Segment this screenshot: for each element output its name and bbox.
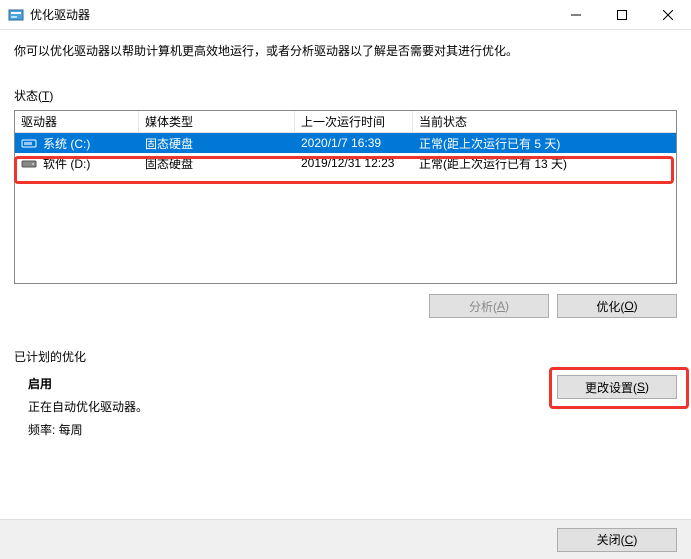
close-button[interactable]: [645, 0, 691, 29]
drive-last: 2019/12/31 12:23: [295, 153, 413, 173]
col-media[interactable]: 媒体类型: [139, 111, 295, 132]
drive-actions: 分析(A) 优化(O): [14, 294, 677, 318]
window-title: 优化驱动器: [30, 6, 90, 23]
drive-icon: [21, 156, 37, 170]
optimize-button[interactable]: 优化(O): [557, 294, 677, 318]
schedule-status: 启用: [28, 375, 148, 392]
titlebar: 优化驱动器: [0, 0, 691, 30]
description-text: 你可以优化驱动器以帮助计算机更高效地运行，或者分析驱动器以了解是否需要对其进行优…: [14, 42, 677, 59]
schedule-label: 已计划的优化: [14, 348, 677, 365]
drive-status: 正常(距上次运行已有 5 天): [413, 133, 676, 153]
col-status[interactable]: 当前状态: [413, 111, 676, 132]
drive-status: 正常(距上次运行已有 13 天): [413, 153, 676, 173]
schedule-freq: 频率: 每周: [28, 421, 148, 438]
change-settings-button[interactable]: 更改设置(S): [557, 375, 677, 399]
drive-row[interactable]: 软件 (D:) 固态硬盘2019/12/31 12:23正常(距上次运行已有 13…: [15, 153, 676, 173]
maximize-button[interactable]: [599, 0, 645, 29]
drives-body: 系统 (C:) 固态硬盘2020/1/7 16:39正常(距上次运行已有 5 天)…: [15, 133, 676, 173]
close-dialog-button[interactable]: 关闭(C): [557, 528, 677, 552]
schedule-section: 已计划的优化 启用 正在自动优化驱动器。 频率: 每周 更改设置(S): [14, 348, 677, 438]
analyze-button: 分析(A): [429, 294, 549, 318]
app-icon: [8, 7, 24, 23]
dialog-content: 你可以优化驱动器以帮助计算机更高效地运行，或者分析驱动器以了解是否需要对其进行优…: [0, 30, 691, 438]
drive-row[interactable]: 系统 (C:) 固态硬盘2020/1/7 16:39正常(距上次运行已有 5 天): [15, 133, 676, 153]
drive-icon: [21, 136, 37, 150]
minimize-button[interactable]: [553, 0, 599, 29]
drive-name: 软件 (D:): [43, 155, 90, 172]
drive-last: 2020/1/7 16:39: [295, 133, 413, 153]
col-drive[interactable]: 驱动器: [15, 111, 139, 132]
window-controls: [553, 0, 691, 29]
drives-list[interactable]: 驱动器 媒体类型 上一次运行时间 当前状态 系统 (C:) 固态硬盘2020/1/…: [14, 110, 677, 284]
drive-name: 系统 (C:): [43, 135, 90, 152]
schedule-desc: 正在自动优化驱动器。: [28, 398, 148, 415]
drive-media: 固态硬盘: [139, 153, 295, 173]
drive-media: 固态硬盘: [139, 133, 295, 153]
footer: 关闭(C): [0, 519, 691, 559]
drives-header: 驱动器 媒体类型 上一次运行时间 当前状态: [15, 111, 676, 133]
col-last[interactable]: 上一次运行时间: [295, 111, 413, 132]
status-label: 状态(T): [14, 87, 677, 104]
